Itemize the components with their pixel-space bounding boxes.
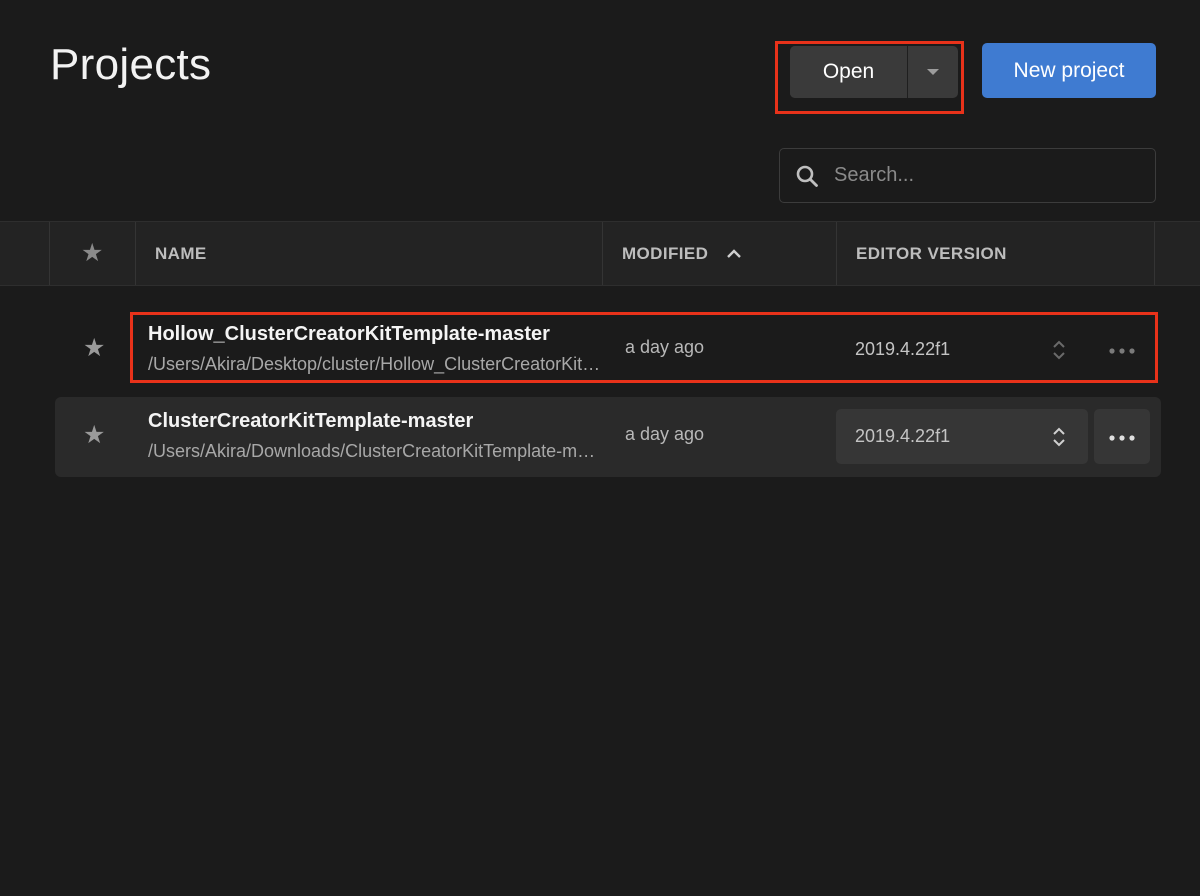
editor-version-column-header[interactable]: EDITOR VERSION (856, 222, 1007, 285)
project-path: /Users/Akira/Downloads/ClusterCreatorKit… (148, 441, 603, 461)
more-options-button[interactable] (1094, 322, 1150, 377)
open-dropdown-button[interactable] (908, 46, 958, 98)
updown-chevron-icon (1052, 426, 1066, 453)
star-icon: ★ (81, 239, 104, 267)
more-options-button[interactable] (1094, 409, 1150, 464)
star-icon[interactable]: ★ (83, 423, 105, 448)
modified-column-label: MODIFIED (622, 243, 709, 263)
column-divider (49, 222, 50, 285)
column-divider (836, 222, 837, 285)
column-divider (135, 222, 136, 285)
updown-chevron-icon (1052, 339, 1066, 366)
ellipsis-icon (1109, 428, 1135, 446)
open-button[interactable]: Open (790, 46, 907, 98)
project-row[interactable]: ★ ClusterCreatorKitTemplate-master /User… (55, 397, 1161, 477)
column-divider (602, 222, 603, 285)
new-project-button[interactable]: New project (982, 43, 1156, 98)
project-path: /Users/Akira/Desktop/cluster/Hollow_Clus… (148, 354, 603, 374)
project-modified: a day ago (625, 337, 705, 357)
chevron-up-icon (726, 244, 742, 264)
star-icon[interactable]: ★ (83, 336, 105, 361)
editor-version-select[interactable]: 2019.4.22f1 (836, 322, 1088, 377)
ellipsis-icon (1109, 341, 1135, 359)
table-header: ★ NAME MODIFIED EDITOR VERSION (0, 221, 1200, 286)
name-column-header[interactable]: NAME (155, 222, 207, 285)
modified-column-header[interactable]: MODIFIED (622, 222, 742, 285)
project-name: ClusterCreatorKitTemplate-master (148, 410, 474, 432)
caret-down-icon (927, 69, 939, 75)
favorite-column-header[interactable]: ★ (81, 222, 104, 285)
editor-version-value: 2019.4.22f1 (855, 426, 951, 446)
editor-version-select[interactable]: 2019.4.22f1 (836, 409, 1088, 464)
page-title: Projects (50, 40, 212, 89)
search-box (779, 148, 1156, 203)
project-name: Hollow_ClusterCreatorKitTemplate-master (148, 323, 550, 345)
search-input[interactable] (834, 155, 1155, 196)
editor-version-value: 2019.4.22f1 (855, 339, 951, 359)
column-divider (1154, 222, 1155, 285)
project-modified: a day ago (625, 424, 705, 444)
search-icon (780, 148, 834, 203)
open-split-button: Open (790, 46, 958, 98)
projects-page: Projects Open New project ★ NAME MODIFIE… (0, 0, 1200, 896)
project-row[interactable]: ★ Hollow_ClusterCreatorKitTemplate-maste… (55, 310, 1161, 390)
